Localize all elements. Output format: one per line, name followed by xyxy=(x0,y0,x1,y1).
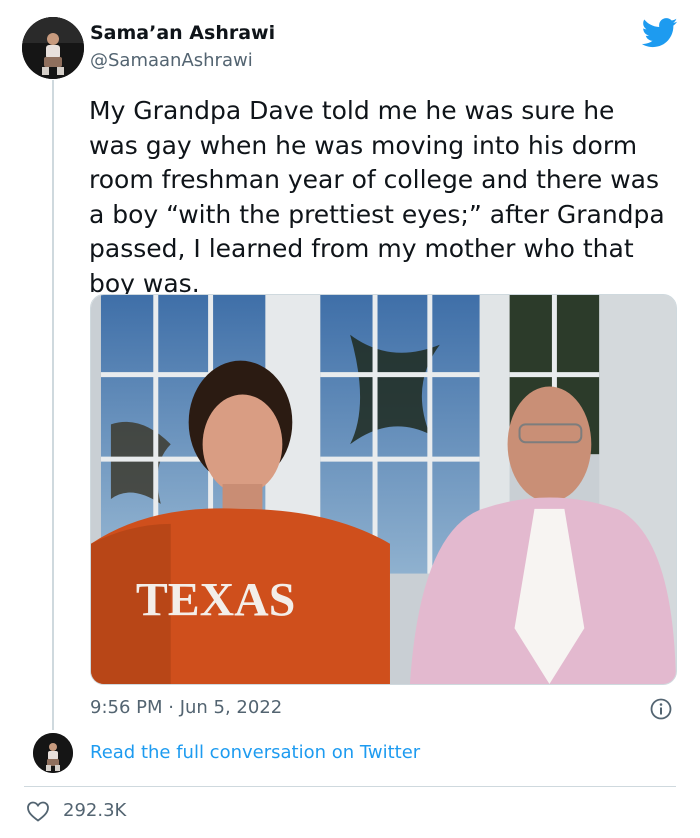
twitter-bird-icon[interactable] xyxy=(642,18,678,48)
author-handle[interactable]: @SamaanAshrawi xyxy=(90,50,253,71)
heart-icon[interactable] xyxy=(26,800,50,822)
info-icon[interactable] xyxy=(650,698,672,720)
divider xyxy=(24,786,676,787)
tweet-photo[interactable]: TEXAS xyxy=(90,294,677,685)
photo-shirt-text: TEXAS xyxy=(136,573,295,626)
thread-line xyxy=(52,80,54,730)
reader-avatar[interactable] xyxy=(33,733,73,773)
tweet-embed-card: Sama’an Ashrawi @SamaanAshrawi My Grandp… xyxy=(0,0,700,838)
like-count[interactable]: 292.3K xyxy=(63,800,126,821)
tweet-timestamp[interactable]: 9:56 PM · Jun 5, 2022 xyxy=(90,697,282,718)
author-avatar[interactable] xyxy=(22,17,84,79)
tweet-text: My Grandpa Dave told me he was sure he w… xyxy=(89,96,665,298)
read-conversation-link[interactable]: Read the full conversation on Twitter xyxy=(90,742,420,763)
author-display-name[interactable]: Sama’an Ashrawi xyxy=(90,22,275,44)
